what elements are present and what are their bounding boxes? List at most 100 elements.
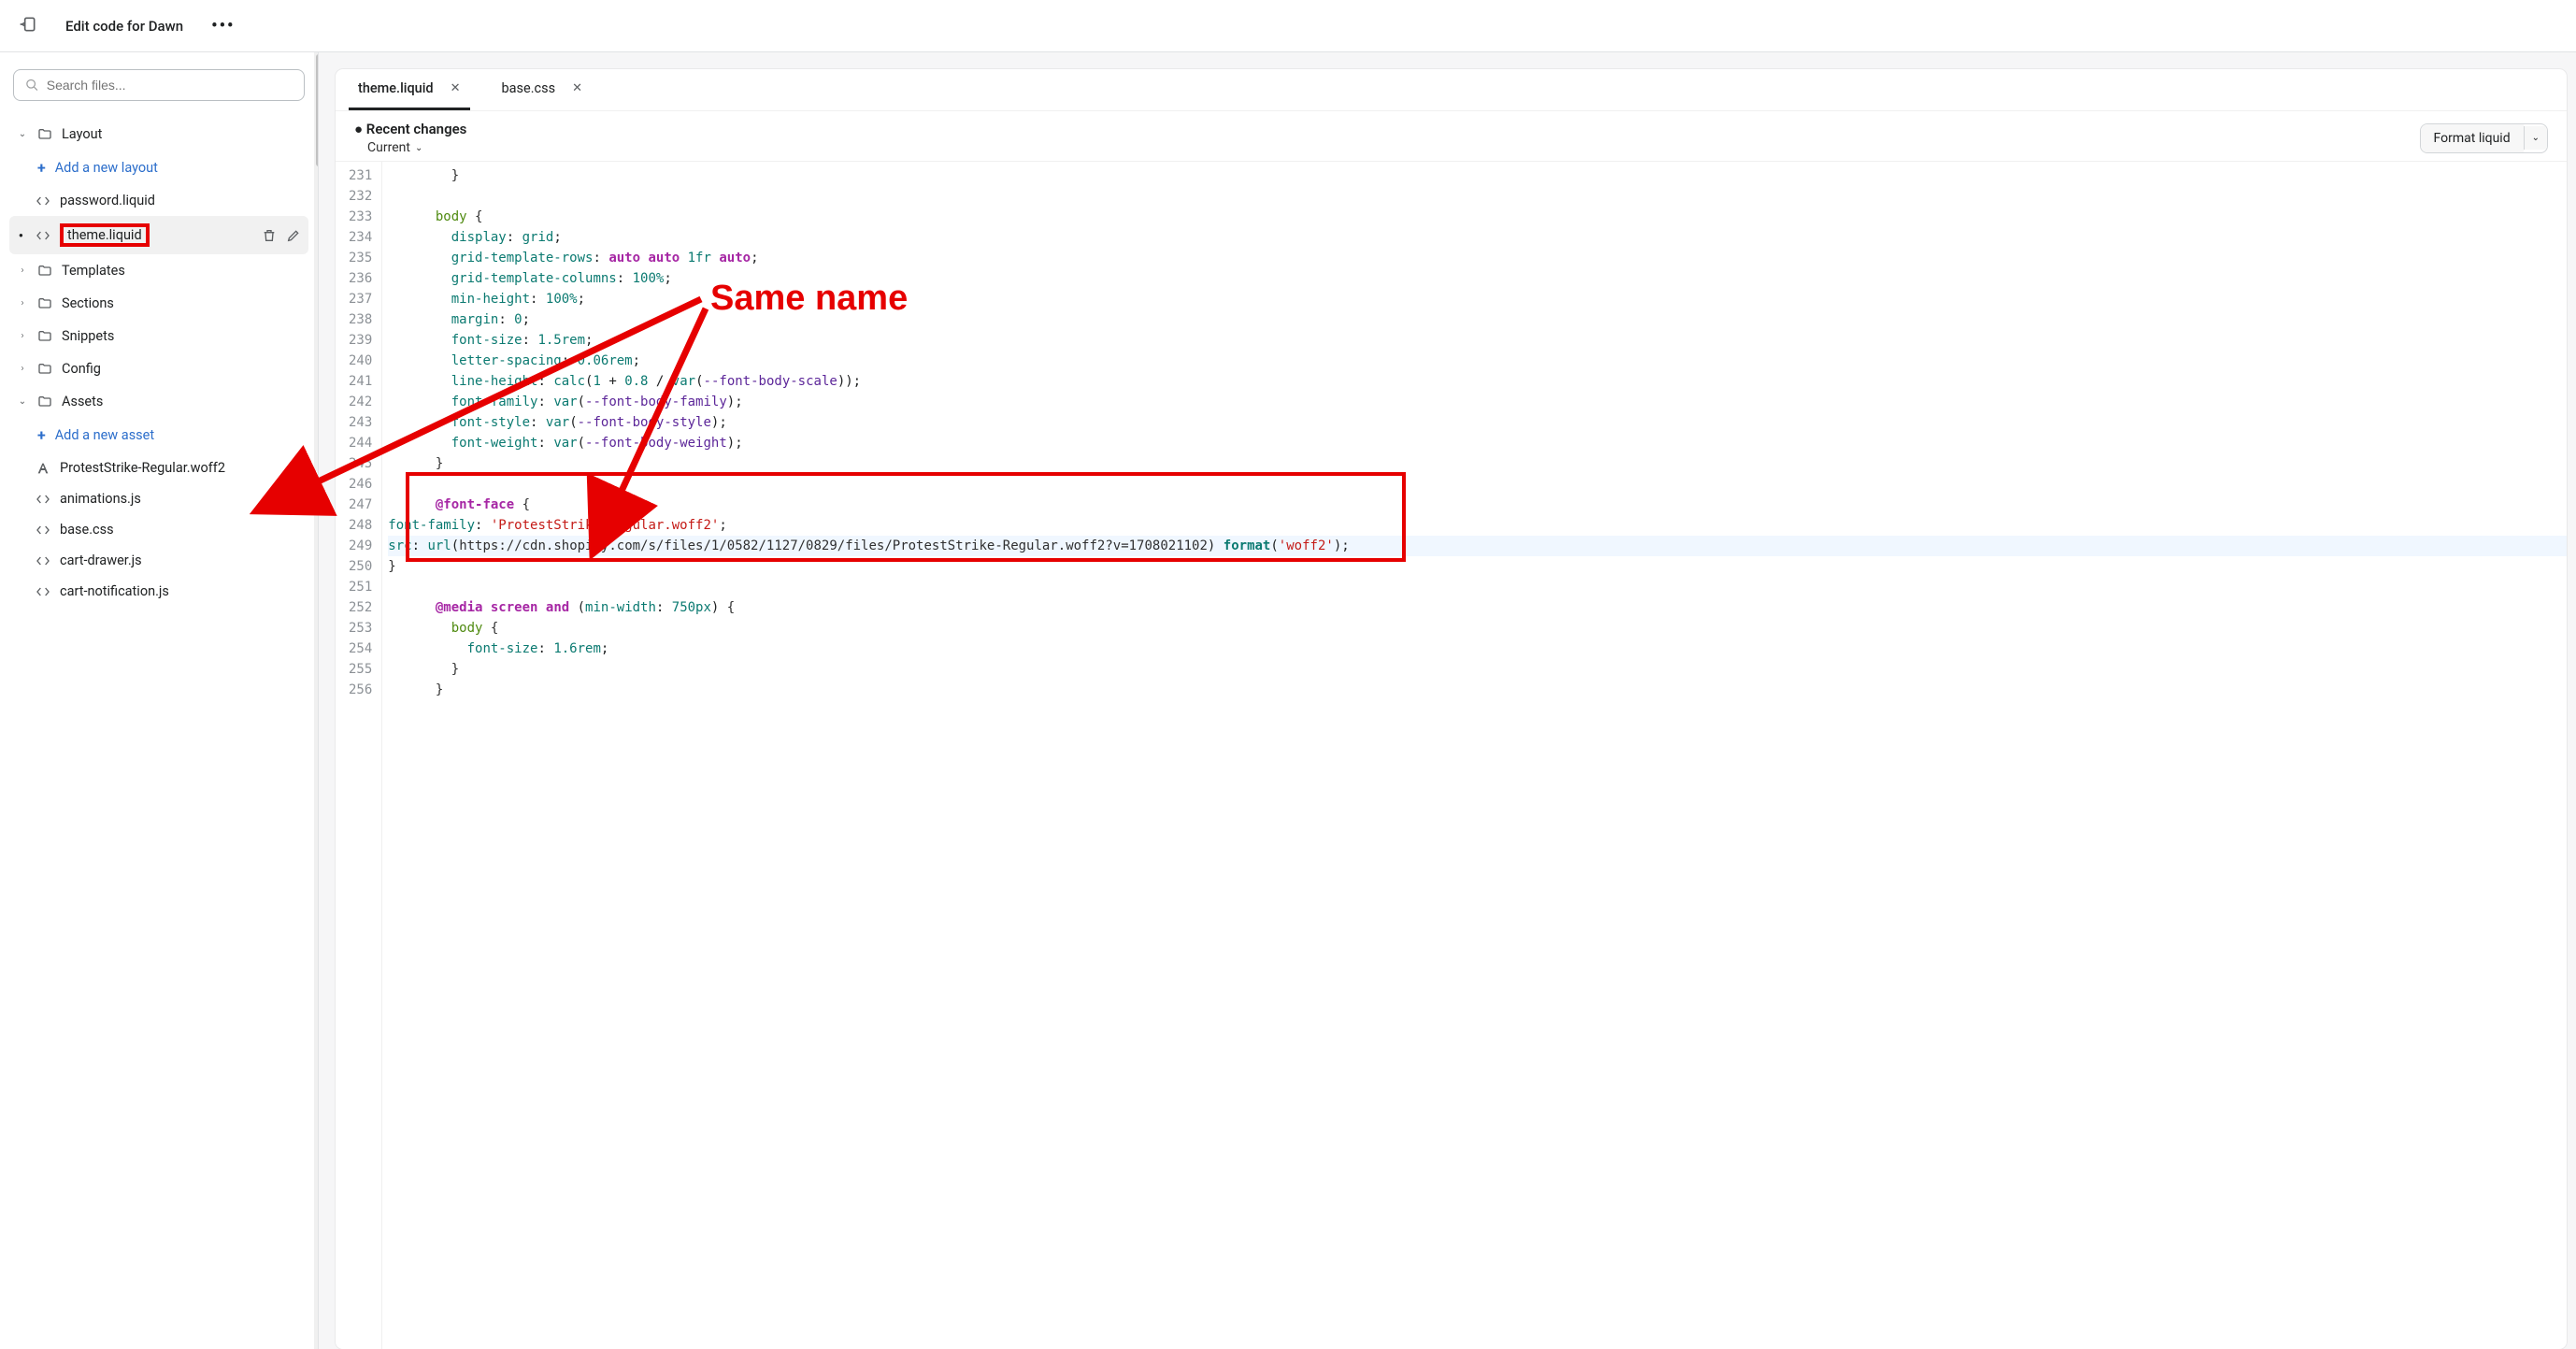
chevron-down-icon: ⌄: [17, 129, 28, 139]
tab-base-css[interactable]: base.css ✕: [493, 69, 593, 110]
plus-icon: +: [37, 426, 46, 444]
folder-config[interactable]: › Config: [9, 352, 308, 385]
file-password-liquid[interactable]: password.liquid: [9, 185, 308, 216]
line-number: 244: [349, 433, 372, 453]
code-line[interactable]: grid-template-rows: auto auto 1fr auto;: [388, 248, 2567, 268]
code-line[interactable]: @media screen and (min-width: 750px) {: [388, 597, 2567, 618]
line-number: 249: [349, 536, 372, 556]
file-cart-drawer-js[interactable]: cart-drawer.js: [9, 545, 308, 576]
folder-icon: [37, 362, 52, 377]
file-theme-liquid[interactable]: theme.liquid: [9, 216, 308, 254]
folder-sections[interactable]: › Sections: [9, 287, 308, 320]
code-file-icon: [36, 523, 50, 538]
code-line[interactable]: line-height: calc(1 + 0.8 / var(--font-b…: [388, 371, 2567, 392]
back-icon[interactable]: [19, 15, 37, 37]
code-line[interactable]: min-height: 100%;: [388, 289, 2567, 309]
folder-label: Snippets: [62, 328, 114, 344]
code-line[interactable]: [388, 577, 2567, 597]
code-content[interactable]: } body { display: grid; grid-template-ro…: [382, 162, 2567, 1349]
folder-icon: [37, 329, 52, 344]
chevron-down-icon: ⌄: [17, 396, 28, 407]
code-line[interactable]: }: [388, 165, 2567, 186]
format-liquid-button[interactable]: Format liquid: [2421, 124, 2524, 152]
version-selector[interactable]: Current ⌄: [367, 140, 466, 155]
folder-label: Templates: [62, 263, 125, 279]
line-number: 238: [349, 309, 372, 330]
add-asset-button[interactable]: + Add a new asset: [9, 418, 308, 452]
close-icon[interactable]: ✕: [572, 81, 582, 95]
code-line[interactable]: body {: [388, 207, 2567, 227]
folder-icon: [37, 395, 52, 409]
code-line[interactable]: grid-template-columns: 100%;: [388, 268, 2567, 289]
file-animations-js[interactable]: animations.js: [9, 483, 308, 514]
code-file-icon: [36, 492, 50, 507]
code-line[interactable]: font-style: var(--font-body-style);: [388, 412, 2567, 433]
font-file-icon: [36, 461, 50, 476]
line-number-gutter: 2312322332342352362372382392402412422432…: [336, 162, 382, 1349]
line-number: 245: [349, 453, 372, 474]
file-proteststrike-regular-woff2[interactable]: ProtestStrike-Regular.woff2: [9, 452, 308, 483]
code-line[interactable]: [388, 474, 2567, 495]
chevron-right-icon: ›: [17, 298, 28, 309]
more-icon[interactable]: •••: [211, 16, 235, 36]
line-number: 240: [349, 351, 372, 371]
code-line[interactable]: font-family: 'ProtestStrike-Regular.woff…: [388, 515, 2567, 536]
file-cart-notification-js[interactable]: cart-notification.js: [9, 576, 308, 607]
pencil-icon[interactable]: [286, 228, 301, 243]
file-label: base.css: [60, 522, 114, 538]
code-line[interactable]: }: [388, 453, 2567, 474]
trash-icon[interactable]: [262, 228, 277, 243]
code-file-icon: [36, 584, 50, 599]
line-number: 242: [349, 392, 372, 412]
code-line[interactable]: @font-face {: [388, 495, 2567, 515]
search-input-container[interactable]: [13, 69, 305, 101]
code-line[interactable]: body {: [388, 618, 2567, 639]
line-number: 239: [349, 330, 372, 351]
code-line[interactable]: font-weight: var(--font-body-weight);: [388, 433, 2567, 453]
close-icon[interactable]: ✕: [451, 81, 461, 95]
sidebar-scrollbar[interactable]: [314, 52, 318, 1349]
code-line[interactable]: font-size: 1.5rem;: [388, 330, 2567, 351]
tab-theme-liquid[interactable]: theme.liquid ✕: [349, 69, 470, 110]
folder-icon: [37, 127, 52, 142]
plus-icon: +: [37, 159, 46, 177]
search-input[interactable]: [47, 78, 293, 93]
folder-assets[interactable]: ⌄ Assets: [9, 385, 308, 418]
code-editor[interactable]: 2312322332342352362372382392402412422432…: [336, 161, 2567, 1349]
file-label: ProtestStrike-Regular.woff2: [60, 460, 225, 476]
tab-label: theme.liquid: [358, 80, 434, 96]
line-number: 254: [349, 639, 372, 659]
code-file-icon: [36, 553, 50, 568]
line-number: 243: [349, 412, 372, 433]
code-line[interactable]: letter-spacing: 0.06rem;: [388, 351, 2567, 371]
folder-icon: [37, 264, 52, 279]
folder-snippets[interactable]: › Snippets: [9, 320, 308, 352]
code-line[interactable]: }: [388, 556, 2567, 577]
file-base-css[interactable]: base.css: [9, 514, 308, 545]
code-line[interactable]: display: grid;: [388, 227, 2567, 248]
folder-templates[interactable]: › Templates: [9, 254, 308, 287]
editor-area: theme.liquid ✕ base.css ✕ Recent changes Cu…: [318, 52, 2576, 1349]
recent-changes-label: Recent changes: [354, 121, 466, 137]
add-layout-button[interactable]: + Add a new layout: [9, 151, 308, 185]
line-number: 247: [349, 495, 372, 515]
code-line[interactable]: margin: 0;: [388, 309, 2567, 330]
line-number: 235: [349, 248, 372, 268]
code-line[interactable]: src: url(https://cdn.shopify.com/s/files…: [388, 536, 2567, 556]
code-line[interactable]: }: [388, 659, 2567, 680]
code-line[interactable]: [388, 186, 2567, 207]
file-label: animations.js: [60, 491, 141, 507]
code-line[interactable]: }: [388, 680, 2567, 700]
chevron-right-icon: ›: [17, 364, 28, 374]
folder-label: Layout: [62, 126, 102, 142]
file-label: cart-drawer.js: [60, 553, 142, 568]
chevron-right-icon: ›: [17, 265, 28, 276]
line-number: 248: [349, 515, 372, 536]
code-line[interactable]: font-family: var(--font-body-family);: [388, 392, 2567, 412]
folder-layout[interactable]: ⌄ Layout: [9, 118, 308, 151]
code-line[interactable]: font-size: 1.6rem;: [388, 639, 2567, 659]
format-dropdown-button[interactable]: ⌄: [2524, 126, 2547, 150]
tab-label: base.css: [502, 80, 556, 96]
folder-label: Assets: [62, 394, 103, 409]
line-number: 246: [349, 474, 372, 495]
